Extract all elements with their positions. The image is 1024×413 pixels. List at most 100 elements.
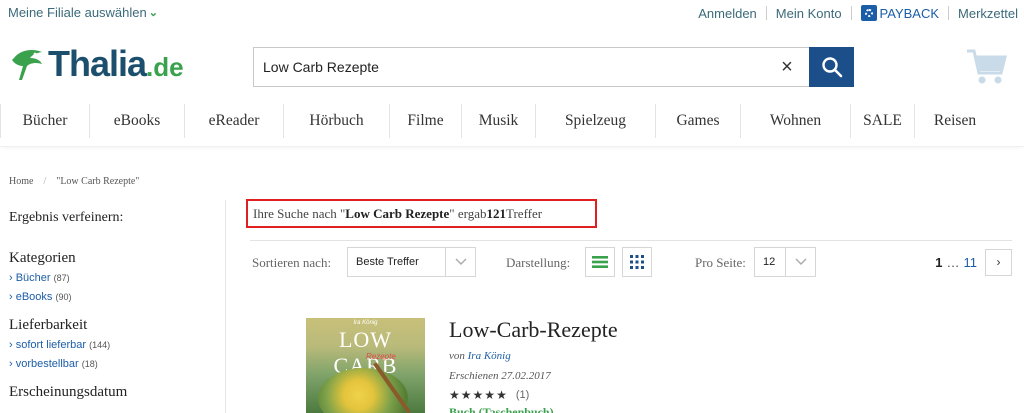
payback-icon bbox=[860, 5, 877, 21]
filiale-selector[interactable]: Meine Filiale auswählen ⌄ bbox=[8, 5, 158, 20]
chevron-right-icon: › bbox=[996, 255, 1001, 269]
star-icon: ★ bbox=[496, 388, 507, 402]
list-icon bbox=[592, 256, 608, 268]
logo-word: Thalia bbox=[48, 43, 147, 84]
chevron-down-icon bbox=[785, 248, 815, 276]
facet-count: (90) bbox=[55, 292, 72, 302]
filiale-label: Meine Filiale auswählen bbox=[8, 5, 147, 20]
facet-group-availability: Lieferbarkeit › sofort lieferbar (144) ›… bbox=[9, 317, 209, 370]
account-links: Anmelden Mein Konto PAYBACK Merkzettel bbox=[698, 5, 1018, 21]
nav-item-games[interactable]: Games bbox=[655, 104, 740, 138]
result-prefix: Ihre Suche nach " bbox=[253, 205, 346, 221]
star-icon: ★ bbox=[449, 388, 460, 402]
search-icon bbox=[821, 57, 842, 78]
facet-label: › vorbestellbar bbox=[9, 358, 79, 370]
nav-item-ebooks[interactable]: eBooks bbox=[89, 104, 184, 138]
facet-count: (18) bbox=[81, 359, 98, 369]
product-title[interactable]: Low-Carb-Rezepte bbox=[449, 317, 618, 343]
product-format[interactable]: Buch (Taschenbuch) bbox=[449, 405, 554, 413]
nav-item-hörbuch[interactable]: Hörbuch bbox=[283, 104, 389, 138]
product-author-line: von Ira König bbox=[449, 350, 511, 362]
results-toolbar: Sortieren nach: Beste Treffer Darstellun… bbox=[252, 247, 1012, 277]
review-count[interactable]: (1) bbox=[516, 389, 529, 401]
star-icon: ★ bbox=[460, 388, 472, 402]
nav-item-ereader[interactable]: eReader bbox=[184, 104, 283, 138]
my-account-link[interactable]: Mein Konto bbox=[776, 6, 842, 21]
shopping-cart-icon bbox=[967, 49, 1007, 84]
nav-item-musik[interactable]: Musik bbox=[461, 104, 535, 138]
page-ellipsis: … bbox=[946, 254, 960, 270]
page-last-link[interactable]: 11 bbox=[964, 255, 978, 270]
page-current: 1 bbox=[935, 254, 943, 270]
divider bbox=[850, 6, 852, 20]
divider bbox=[948, 6, 950, 20]
cart-button[interactable] bbox=[965, 47, 1007, 90]
wishlist-link[interactable]: Merkzettel bbox=[958, 6, 1018, 21]
breadcrumb-current: "Low Carb Rezepte" bbox=[56, 176, 140, 187]
login-link[interactable]: Anmelden bbox=[698, 6, 757, 21]
product-release-date: Erschienen 27.02.2017 bbox=[449, 370, 551, 382]
sort-label: Sortieren nach: bbox=[252, 255, 332, 270]
facet-item-books[interactable]: › Bücher (87) bbox=[9, 272, 209, 284]
facet-item-ebooks[interactable]: › eBooks (90) bbox=[9, 291, 209, 303]
divider bbox=[0, 146, 1024, 147]
star-icon: ★ bbox=[472, 388, 484, 402]
filter-sidebar: Ergebnis verfeinern: Kategorien › Bücher… bbox=[9, 210, 209, 413]
grid-icon bbox=[630, 255, 644, 269]
payback-label: PAYBACK bbox=[879, 5, 940, 21]
payback-link[interactable]: PAYBACK bbox=[860, 5, 940, 21]
clear-search-button[interactable]: × bbox=[771, 48, 803, 86]
per-page-select[interactable]: 12 bbox=[754, 247, 816, 277]
product-rating[interactable]: ★ ★ ★ ★ ★ (1) bbox=[449, 389, 529, 401]
cover-author: Ira König bbox=[353, 320, 378, 326]
facet-group-title: Lieferbarkeit bbox=[9, 317, 88, 333]
refine-heading: Ergebnis verfeinern: bbox=[9, 210, 124, 225]
next-page-button[interactable]: › bbox=[985, 248, 1012, 276]
search-bar: × bbox=[253, 47, 854, 87]
nav-item-reisen[interactable]: Reisen bbox=[914, 104, 995, 138]
facet-count: (87) bbox=[53, 273, 70, 283]
result-middle: " ergab bbox=[449, 205, 487, 221]
breadcrumb-separator: / bbox=[43, 176, 47, 187]
logo-domain: .de bbox=[146, 52, 184, 82]
divider bbox=[765, 6, 767, 20]
result-suffix: Treffer bbox=[505, 205, 543, 221]
nav-item-spielzeug[interactable]: Spielzeug bbox=[535, 104, 655, 138]
facet-count: (144) bbox=[89, 340, 111, 350]
display-label: Darstellung: bbox=[506, 255, 571, 270]
thalia-logo[interactable]: Thalia .de bbox=[8, 44, 184, 84]
facet-group-title: Kategorien bbox=[9, 250, 76, 266]
nav-item-wohnen[interactable]: Wohnen bbox=[740, 104, 850, 138]
per-page-label: Pro Seite: bbox=[695, 255, 746, 270]
chevron-down-icon: ⌄ bbox=[148, 7, 158, 19]
grid-view-button[interactable] bbox=[622, 247, 652, 277]
list-view-button[interactable] bbox=[585, 247, 615, 277]
facet-item-preorder[interactable]: › vorbestellbar (18) bbox=[9, 358, 209, 370]
main-navigation: Bücher eBooks eReader Hörbuch Filme Musik Spie… bbox=[0, 96, 1024, 146]
cover-subtitle: Rezepte bbox=[366, 352, 396, 361]
result-count: 121 bbox=[486, 205, 506, 221]
nav-item-bücher[interactable]: Bücher bbox=[0, 104, 89, 138]
result-summary: Ihre Suche nach " Low Carb Rezepte " ergab… bbox=[246, 199, 597, 228]
top-utility-bar: Meine Filiale auswählen ⌄ Anmelden Mein … bbox=[0, 0, 1024, 26]
chevron-down-icon bbox=[445, 248, 475, 276]
facet-label: › sofort lieferbar bbox=[9, 339, 87, 351]
product-cover-image[interactable]: Ira König LOW CARB Rezepte bbox=[306, 318, 425, 413]
facet-group-release-date: Erscheinungsdatum bbox=[9, 384, 209, 401]
search-button[interactable] bbox=[809, 47, 854, 87]
thalia-bird-icon bbox=[12, 50, 42, 80]
search-input[interactable] bbox=[254, 48, 771, 86]
facet-group-title[interactable]: Erscheinungsdatum bbox=[9, 384, 209, 401]
sort-select[interactable]: Beste Treffer bbox=[347, 247, 476, 277]
product-author-link[interactable]: Ira König bbox=[468, 350, 511, 362]
nav-item-sale[interactable]: SALE bbox=[850, 104, 914, 138]
sidebar-divider bbox=[225, 200, 226, 413]
pagination: 1 … 11 › bbox=[935, 247, 1012, 277]
facet-item-in-stock[interactable]: › sofort lieferbar (144) bbox=[9, 339, 209, 351]
sort-value: Beste Treffer bbox=[356, 256, 419, 268]
breadcrumb-home[interactable]: Home bbox=[9, 176, 33, 187]
facet-label: › Bücher bbox=[9, 272, 51, 284]
nav-item-filme[interactable]: Filme bbox=[389, 104, 461, 138]
breadcrumb: Home / "Low Carb Rezepte" bbox=[9, 176, 139, 187]
close-icon: × bbox=[781, 55, 793, 78]
